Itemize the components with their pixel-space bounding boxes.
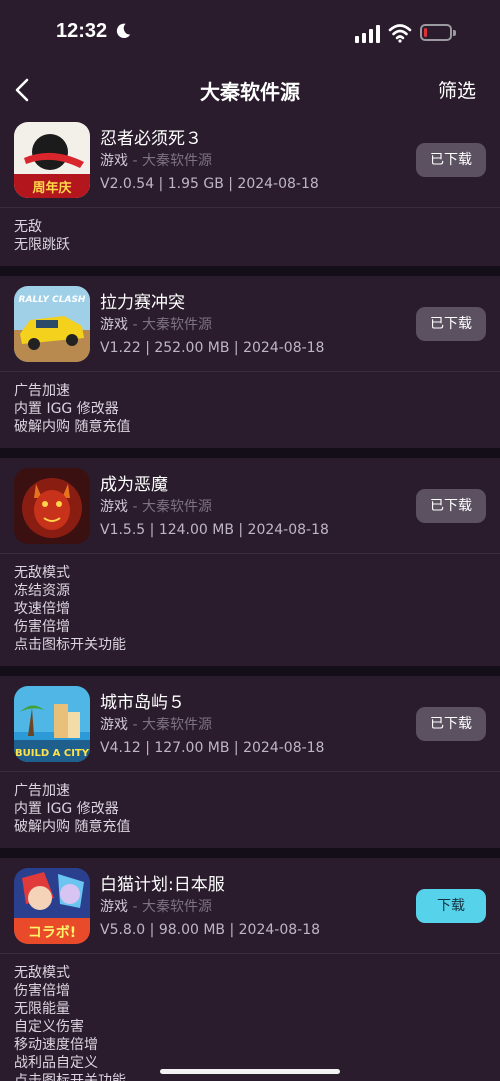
status-bar: 12:32	[0, 0, 500, 68]
app-description: 无敌模式 伤害倍增 无限能量 自定义伤害 移动速度倍增 战利品自定义 点击图标开…	[0, 954, 500, 1081]
app-name: 城市岛屿５	[100, 693, 185, 713]
category-label: 游戏	[100, 499, 128, 515]
feature-line: 无敌模式	[14, 965, 70, 981]
feature-line: 攻速倍增	[14, 601, 70, 617]
app-meta: V1.22 | 252.00 MB | 2024-08-18	[100, 340, 325, 356]
app-description: 广告加速 内置 IGG 修改器 破解内购 随意充值	[0, 372, 500, 448]
download-button[interactable]: 下载	[416, 889, 486, 923]
city-island-game-icon[interactable]: BUILD A CITY	[14, 686, 90, 762]
app-meta: V4.12 | 127.00 MB | 2024-08-18	[100, 740, 325, 756]
app-category: 游戏 - 大秦软件源	[100, 150, 212, 170]
downloaded-button[interactable]: 已下载	[416, 143, 486, 177]
feature-line: 无限能量	[14, 1001, 70, 1017]
app-card: 成为恶魔 游戏 - 大秦软件源 V1.5.5 | 124.00 MB | 202…	[0, 458, 500, 666]
app-description: 无敌模式 冻结资源 攻速倍增 伤害倍增 点击图标开关功能	[0, 554, 500, 666]
downloaded-button[interactable]: 已下载	[416, 489, 486, 523]
app-card-header[interactable]: BUILD A CITY 城市岛屿５ 游戏 - 大秦软件源 V4.12 | 12…	[0, 676, 500, 772]
white-cat-game-icon[interactable]: コラボ!	[14, 868, 90, 944]
source-label: - 大秦软件源	[128, 717, 212, 733]
app-name: 拉力赛冲突	[100, 293, 185, 313]
app-meta: V2.0.54 | 1.95 GB | 2024-08-18	[100, 176, 319, 192]
feature-line: 无敌	[14, 219, 42, 235]
category-label: 游戏	[100, 717, 128, 733]
app-description: 广告加速 内置 IGG 修改器 破解内购 随意充值	[0, 772, 500, 848]
demon-game-icon[interactable]	[14, 468, 90, 544]
svg-text:BUILD A CITY: BUILD A CITY	[15, 748, 90, 759]
app-meta: V5.8.0 | 98.00 MB | 2024-08-18	[100, 922, 321, 938]
feature-line: 点击图标开关功能	[14, 637, 126, 653]
app-category: 游戏 - 大秦软件源	[100, 314, 212, 334]
app-description: 无敌 无限跳跃	[0, 208, 500, 266]
status-time: 12:32	[56, 20, 108, 42]
app-name: 成为恶魔	[100, 475, 168, 495]
app-card: コラボ! 白猫计划:日本服 游戏 - 大秦软件源 V5.8.0 | 98.00 …	[0, 858, 500, 1081]
app-card-header[interactable]: 周年庆 忍者必须死３ 游戏 - 大秦软件源 V2.0.54 | 1.95 GB …	[0, 112, 500, 208]
wifi-icon	[388, 24, 412, 43]
app-list: 周年庆 忍者必须死３ 游戏 - 大秦软件源 V2.0.54 | 1.95 GB …	[0, 112, 500, 1081]
battery-icon	[420, 24, 456, 41]
rally-car-game-icon[interactable]: RALLY CLASH	[14, 286, 90, 362]
feature-line: 破解内购 随意充值	[14, 819, 131, 835]
feature-line: 无敌模式	[14, 565, 70, 581]
app-category: 游戏 - 大秦软件源	[100, 496, 212, 516]
app-card-header[interactable]: RALLY CLASH 拉力赛冲突 游戏 - 大秦软件源 V1.22 | 252…	[0, 276, 500, 372]
downloaded-button[interactable]: 已下载	[416, 307, 486, 341]
feature-line: 广告加速	[14, 783, 70, 799]
feature-line: 内置 IGG 修改器	[14, 401, 119, 417]
source-label: - 大秦软件源	[128, 499, 212, 515]
source-label: - 大秦软件源	[128, 899, 212, 915]
app-card: BUILD A CITY 城市岛屿５ 游戏 - 大秦软件源 V4.12 | 12…	[0, 676, 500, 848]
svg-text:コラボ!: コラボ!	[28, 925, 76, 941]
downloaded-button[interactable]: 已下载	[416, 707, 486, 741]
battery-level	[424, 28, 427, 37]
svg-text:RALLY CLASH: RALLY CLASH	[19, 295, 86, 305]
page-title: 大秦软件源	[200, 80, 300, 104]
ninja-game-icon[interactable]: 周年庆	[14, 122, 90, 198]
category-label: 游戏	[100, 153, 128, 169]
source-label: - 大秦软件源	[128, 153, 212, 169]
app-name: 忍者必须死３	[100, 129, 202, 149]
feature-line: 内置 IGG 修改器	[14, 801, 119, 817]
source-label: - 大秦软件源	[128, 317, 212, 333]
moon-icon	[116, 23, 131, 39]
filter-button[interactable]: 筛选	[438, 76, 476, 103]
app-category: 游戏 - 大秦软件源	[100, 714, 212, 734]
app-card-header[interactable]: コラボ! 白猫计划:日本服 游戏 - 大秦软件源 V5.8.0 | 98.00 …	[0, 858, 500, 954]
app-category: 游戏 - 大秦软件源	[100, 896, 212, 916]
svg-text:周年庆: 周年庆	[32, 180, 71, 196]
feature-line: 伤害倍增	[14, 983, 70, 999]
feature-line: 无限跳跃	[14, 237, 70, 253]
feature-line: 自定义伤害	[14, 1019, 84, 1035]
app-card: RALLY CLASH 拉力赛冲突 游戏 - 大秦软件源 V1.22 | 252…	[0, 276, 500, 448]
category-label: 游戏	[100, 899, 128, 915]
home-indicator	[160, 1069, 340, 1074]
category-label: 游戏	[100, 317, 128, 333]
feature-line: 伤害倍增	[14, 619, 70, 635]
app-meta: V1.5.5 | 124.00 MB | 2024-08-18	[100, 522, 329, 538]
app-name: 白猫计划:日本服	[100, 875, 225, 895]
feature-line: 广告加速	[14, 383, 70, 399]
feature-line: 冻结资源	[14, 583, 70, 599]
app-card: 周年庆 忍者必须死３ 游戏 - 大秦软件源 V2.0.54 | 1.95 GB …	[0, 112, 500, 266]
feature-line: 破解内购 随意充值	[14, 419, 131, 435]
nav-bar: 大秦软件源 筛选	[0, 68, 500, 112]
cellular-signal-icon	[355, 25, 380, 43]
feature-line: 移动速度倍增	[14, 1037, 98, 1053]
app-card-header[interactable]: 成为恶魔 游戏 - 大秦软件源 V1.5.5 | 124.00 MB | 202…	[0, 458, 500, 554]
